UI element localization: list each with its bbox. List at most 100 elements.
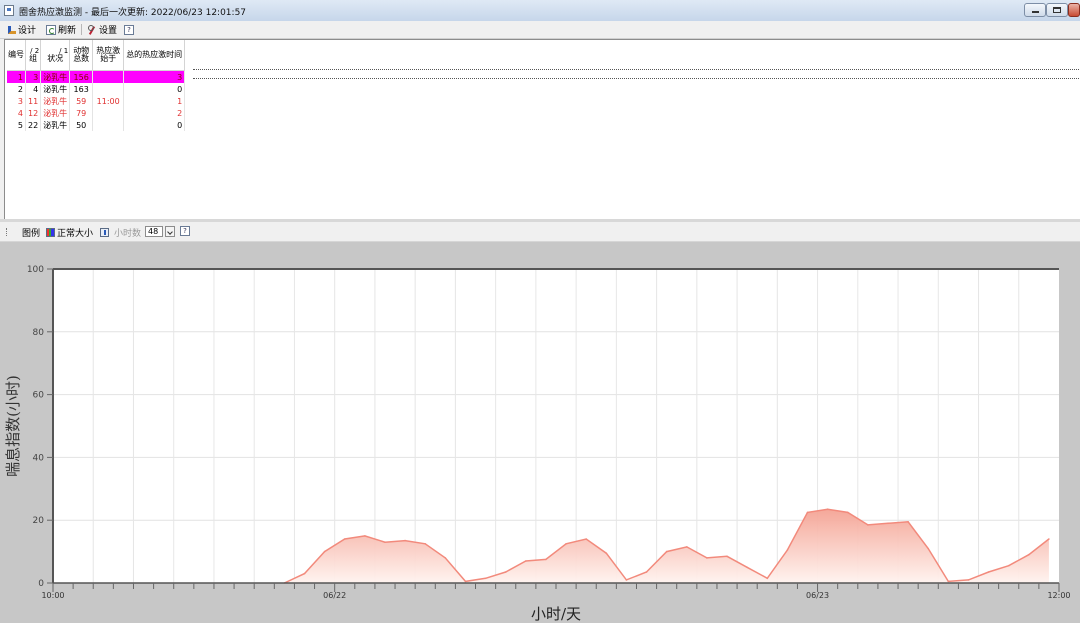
data-point <box>867 524 869 526</box>
y-tick-label: 100 <box>27 265 44 275</box>
table-row[interactable]: 5 22 泌乳牛 50 0 <box>7 119 186 131</box>
table-row[interactable]: 3 11 泌乳牛 59 11:00 1 <box>7 95 186 107</box>
data-point <box>364 535 366 537</box>
data-point <box>625 579 628 581</box>
data-point <box>1007 564 1010 567</box>
data-point <box>967 579 970 581</box>
data-point <box>444 557 447 559</box>
hours-button[interactable]: 小时数 <box>100 226 141 239</box>
col-header-total-heat[interactable]: 总的热应激时间 <box>123 40 186 71</box>
data-point <box>907 521 909 523</box>
data-point <box>525 560 527 562</box>
minimize-button[interactable] <box>1024 3 1046 17</box>
toolbar-grip[interactable] <box>6 228 9 236</box>
hours-input[interactable]: 48 <box>145 226 163 237</box>
design-label: 设计 <box>18 26 37 36</box>
data-point <box>545 558 547 561</box>
hours-label: 小时数 <box>114 229 142 239</box>
barn-status-table: 编号 / 2组 / 1 状况 动物 总数 热应激 始于 总的热应激时间 1 3 泌乳牛… <box>7 40 186 131</box>
data-point <box>404 539 406 542</box>
cell-status: 泌乳牛 <box>40 119 71 131</box>
data-point <box>424 543 427 545</box>
legend-label: 图例 <box>22 229 41 239</box>
design-button[interactable]: 设计 <box>8 23 36 36</box>
cell-group: 4 <box>25 83 42 95</box>
col-header-status[interactable]: / 1 状况 <box>40 40 71 71</box>
cell-id: 5 <box>7 119 26 131</box>
cell-status: 泌乳牛 <box>40 95 71 107</box>
table-row[interactable]: 1 3 泌乳牛 156 3 <box>7 70 186 83</box>
refresh-button[interactable]: 刷新 <box>46 23 76 36</box>
data-point <box>464 580 467 583</box>
data-point <box>987 571 990 573</box>
data-point <box>665 550 668 553</box>
cell-total: 3 <box>123 70 186 83</box>
pane-splitter[interactable] <box>0 219 1080 222</box>
maximize-button[interactable] <box>1046 3 1068 17</box>
legend-button[interactable]: 图例 <box>22 226 40 239</box>
chart-help-button[interactable] <box>180 226 190 236</box>
y-tick-label: 60 <box>33 391 45 401</box>
maximize-icon <box>1047 4 1067 16</box>
data-point <box>323 550 326 553</box>
data-point <box>565 543 567 545</box>
cell-group: 22 <box>25 119 42 131</box>
cell-heat-start <box>92 83 125 95</box>
data-point <box>1028 553 1030 556</box>
cell-total: 2 <box>123 107 186 119</box>
cell-id: 1 <box>7 70 26 83</box>
y-tick-label: 20 <box>33 516 45 526</box>
help-icon <box>124 24 134 35</box>
data-point <box>766 577 769 580</box>
help-icon <box>180 226 190 236</box>
col-header-animals[interactable]: 动物 总数 <box>69 40 94 71</box>
cell-total: 0 <box>123 119 186 131</box>
selection-focus-line <box>193 69 1080 70</box>
table-row[interactable]: 2 4 泌乳牛 163 0 <box>7 83 186 95</box>
normal-size-label: 正常大小 <box>57 229 94 239</box>
cell-group: 11 <box>25 95 42 107</box>
main-toolbar: 设计 刷新 设置 <box>0 21 1080 39</box>
cell-animals: 163 <box>69 83 94 95</box>
cell-heat-start <box>92 107 125 119</box>
cell-status: 泌乳牛 <box>40 83 71 95</box>
data-point <box>806 511 809 514</box>
panting-index-chart: 0 20 40 60 80 100 10:00 06/22 06/23 12:00 喘息指数(小… <box>4 265 1071 623</box>
design-icon <box>8 25 16 34</box>
cell-heat-start <box>92 70 125 83</box>
data-point <box>384 541 386 543</box>
cell-group: 3 <box>25 70 42 83</box>
data-point <box>786 549 789 551</box>
normal-size-button[interactable]: 正常大小 <box>46 226 93 239</box>
barn-status-table-pane: 编号 / 2组 / 1 状况 动物 总数 热应激 始于 总的热应激时间 1 3 泌乳牛… <box>4 39 1080 220</box>
data-point <box>686 546 688 548</box>
y-axis-label: 喘息指数(小时) <box>4 375 22 477</box>
hours-select[interactable]: 48 <box>145 226 175 237</box>
data-point <box>645 571 648 573</box>
cell-animals: 59 <box>69 95 94 107</box>
data-point <box>303 572 306 575</box>
normal-size-icon <box>46 228 55 237</box>
settings-icon <box>87 24 97 35</box>
data-point <box>504 571 507 573</box>
cell-animals: 156 <box>69 70 94 83</box>
col-header-group[interactable]: / 2组 <box>25 40 42 71</box>
selection-focus-line <box>193 78 1080 79</box>
col-header-heat-start[interactable]: 热应激 始于 <box>92 40 125 71</box>
hours-icon <box>100 228 109 237</box>
close-button[interactable] <box>1068 3 1080 17</box>
x-tick-label: 10:00 <box>41 591 64 600</box>
data-point <box>1048 538 1050 540</box>
window-title: 圈舍热应激监测 - 最后一次更新: 2022/06/23 12:01:57 <box>19 8 247 18</box>
help-button[interactable] <box>124 23 134 36</box>
x-axis-ticks: 10:00 06/22 06/23 12:00 <box>41 583 1071 600</box>
table-row[interactable]: 4 12 泌乳牛 79 2 <box>7 107 186 119</box>
chart-panel: 0 20 40 60 80 100 10:00 06/22 06/23 12:00 喘息指数(小… <box>0 242 1080 623</box>
settings-button[interactable]: 设置 <box>87 23 117 36</box>
chevron-down-icon[interactable] <box>165 226 175 237</box>
cell-heat-start: 11:00 <box>92 95 125 107</box>
cell-id: 2 <box>7 83 26 95</box>
col-header-id[interactable]: 编号 <box>7 40 26 71</box>
y-axis-ticks: 0 20 40 60 80 100 <box>27 265 53 589</box>
cell-status: 泌乳牛 <box>40 107 71 119</box>
